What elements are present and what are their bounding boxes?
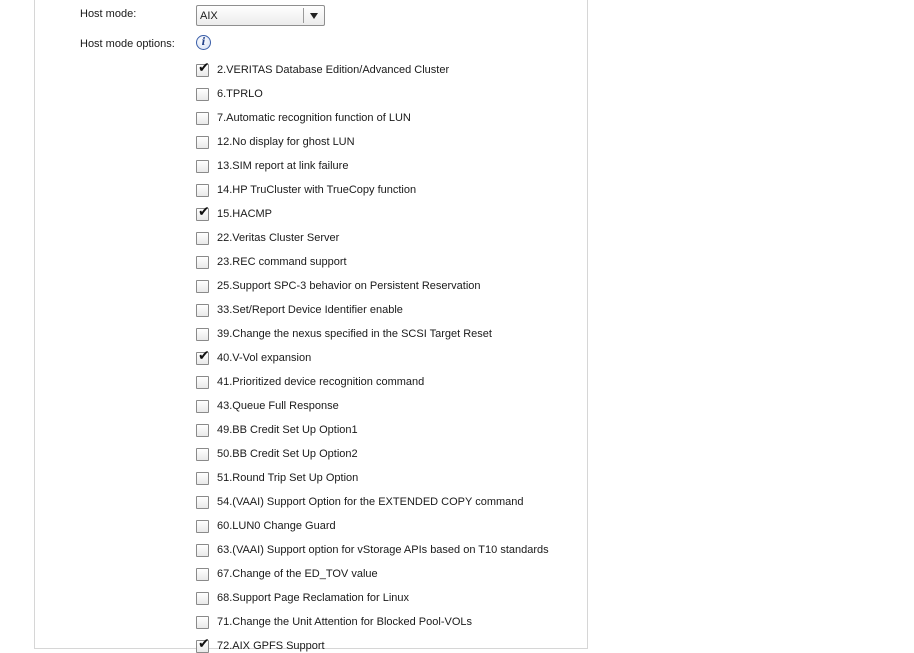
host-mode-option[interactable]: ✔ 72.AIX GPFS Support — [196, 634, 576, 653]
option-label[interactable]: 23.REC command support — [217, 256, 347, 268]
host-mode-option[interactable]: 39.Change the nexus specified in the SCS… — [196, 322, 576, 346]
host-mode-option[interactable]: 51.Round Trip Set Up Option — [196, 466, 576, 490]
option-label[interactable]: 6.TPRLO — [217, 88, 263, 100]
option-checkbox[interactable] — [196, 327, 209, 341]
option-checkbox[interactable] — [196, 543, 209, 557]
option-checkbox[interactable] — [196, 495, 209, 509]
option-label[interactable]: 14.HP TruCluster with TrueCopy function — [217, 184, 416, 196]
checkmark-icon: ✔ — [198, 347, 210, 364]
host-mode-option[interactable]: 22.Veritas Cluster Server — [196, 226, 576, 250]
checkmark-icon: ✔ — [198, 203, 210, 220]
option-label[interactable]: 40.V-Vol expansion — [217, 352, 311, 364]
host-mode-option[interactable]: 33.Set/Report Device Identifier enable — [196, 298, 576, 322]
page: Host mode: AIX Host mode options: i ✔ 2.V… — [0, 0, 914, 653]
option-checkbox[interactable] — [196, 231, 209, 245]
option-label[interactable]: 71.Change the Unit Attention for Blocked… — [217, 616, 472, 628]
option-label[interactable]: 43.Queue Full Response — [217, 400, 339, 412]
host-mode-option[interactable]: 41.Prioritized device recognition comman… — [196, 370, 576, 394]
option-label[interactable]: 2.VERITAS Database Edition/Advanced Clus… — [217, 64, 449, 76]
option-checkbox[interactable] — [196, 111, 209, 125]
option-checkbox[interactable] — [196, 471, 209, 485]
host-mode-select[interactable]: AIX — [196, 5, 325, 26]
option-checkbox[interactable] — [196, 159, 209, 173]
host-mode-option[interactable]: 25.Support SPC-3 behavior on Persistent … — [196, 274, 576, 298]
option-checkbox[interactable] — [196, 279, 209, 293]
host-mode-option[interactable]: 12.No display for ghost LUN — [196, 130, 576, 154]
chevron-down-icon[interactable] — [310, 13, 318, 19]
host-mode-option[interactable]: 13.SIM report at link failure — [196, 154, 576, 178]
option-label[interactable]: 54.(VAAI) Support Option for the EXTENDE… — [217, 496, 524, 508]
option-label[interactable]: 67.Change of the ED_TOV value — [217, 568, 378, 580]
option-checkbox[interactable]: ✔ — [196, 347, 210, 365]
option-label[interactable]: 25.Support SPC-3 behavior on Persistent … — [217, 280, 481, 292]
host-mode-option[interactable]: 7.Automatic recognition function of LUN — [196, 106, 576, 130]
host-mode-option[interactable]: 67.Change of the ED_TOV value — [196, 562, 576, 586]
option-checkbox[interactable] — [196, 303, 209, 317]
option-checkbox[interactable]: ✔ — [196, 635, 210, 653]
option-label[interactable]: 12.No display for ghost LUN — [217, 136, 355, 148]
host-mode-option[interactable]: 6.TPRLO — [196, 82, 576, 106]
option-label[interactable]: 7.Automatic recognition function of LUN — [217, 112, 411, 124]
option-label[interactable]: 72.AIX GPFS Support — [217, 640, 325, 652]
option-checkbox[interactable]: ✔ — [196, 59, 210, 77]
info-icon[interactable]: i — [196, 35, 211, 50]
option-label[interactable]: 33.Set/Report Device Identifier enable — [217, 304, 403, 316]
option-label[interactable]: 39.Change the nexus specified in the SCS… — [217, 328, 492, 340]
host-mode-options-label: Host mode options: — [80, 38, 175, 50]
option-label[interactable]: 22.Veritas Cluster Server — [217, 232, 339, 244]
host-mode-option[interactable]: ✔ 2.VERITAS Database Edition/Advanced Clu… — [196, 58, 576, 82]
host-mode-options-list: ✔ 2.VERITAS Database Edition/Advanced Clu… — [196, 58, 576, 653]
select-divider — [303, 8, 304, 23]
option-checkbox[interactable] — [196, 567, 209, 581]
option-checkbox[interactable]: ✔ — [196, 203, 210, 221]
host-mode-option[interactable]: 71.Change the Unit Attention for Blocked… — [196, 610, 576, 634]
option-checkbox[interactable] — [196, 615, 209, 629]
option-checkbox[interactable] — [196, 519, 209, 533]
host-mode-option[interactable]: 63.(VAAI) Support option for vStorage AP… — [196, 538, 576, 562]
host-mode-option[interactable]: 14.HP TruCluster with TrueCopy function — [196, 178, 576, 202]
option-checkbox[interactable] — [196, 375, 209, 389]
host-mode-option[interactable]: 43.Queue Full Response — [196, 394, 576, 418]
host-mode-option[interactable]: 60.LUN0 Change Guard — [196, 514, 576, 538]
option-checkbox[interactable] — [196, 423, 209, 437]
option-checkbox[interactable] — [196, 399, 209, 413]
host-mode-option[interactable]: 50.BB Credit Set Up Option2 — [196, 442, 576, 466]
option-checkbox[interactable] — [196, 255, 209, 269]
option-label[interactable]: 50.BB Credit Set Up Option2 — [217, 448, 358, 460]
checkmark-icon: ✔ — [198, 59, 210, 76]
option-checkbox[interactable] — [196, 87, 209, 101]
host-mode-option[interactable]: 68.Support Page Reclamation for Linux — [196, 586, 576, 610]
option-label[interactable]: 15.HACMP — [217, 208, 272, 220]
option-checkbox[interactable] — [196, 591, 209, 605]
option-checkbox[interactable] — [196, 183, 209, 197]
host-mode-option[interactable]: 49.BB Credit Set Up Option1 — [196, 418, 576, 442]
host-mode-option[interactable]: 54.(VAAI) Support Option for the EXTENDE… — [196, 490, 576, 514]
host-mode-label: Host mode: — [80, 8, 137, 20]
option-label[interactable]: 13.SIM report at link failure — [217, 160, 348, 172]
option-label[interactable]: 68.Support Page Reclamation for Linux — [217, 592, 409, 604]
host-mode-selected-value: AIX — [200, 10, 218, 22]
option-label[interactable]: 49.BB Credit Set Up Option1 — [217, 424, 358, 436]
option-label[interactable]: 41.Prioritized device recognition comman… — [217, 376, 424, 388]
option-label[interactable]: 51.Round Trip Set Up Option — [217, 472, 358, 484]
host-mode-option[interactable]: 23.REC command support — [196, 250, 576, 274]
option-checkbox[interactable] — [196, 135, 209, 149]
option-label[interactable]: 60.LUN0 Change Guard — [217, 520, 336, 532]
option-label[interactable]: 63.(VAAI) Support option for vStorage AP… — [217, 544, 549, 556]
option-checkbox[interactable] — [196, 447, 209, 461]
host-mode-option[interactable]: ✔ 15.HACMP — [196, 202, 576, 226]
checkmark-icon: ✔ — [198, 635, 210, 652]
host-mode-option[interactable]: ✔ 40.V-Vol expansion — [196, 346, 576, 370]
